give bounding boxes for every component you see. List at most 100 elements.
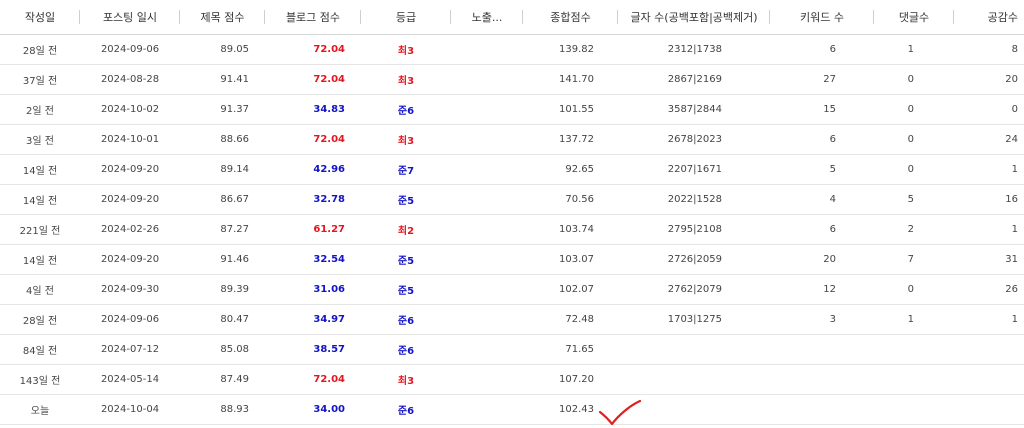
cell-comments: 5 [874,184,954,215]
cell-total-score: 71.65 [523,334,618,365]
cell-keywords: 6 [770,34,874,65]
column-header-posted[interactable]: 포스팅 일시 [80,0,180,35]
table-body: 28일 전 2024-09-06 89.05 72.04 최3 139.82 2312|17… [0,34,1024,425]
cell-title-score: 80.47 [180,304,265,335]
cell-title-score: 89.39 [180,274,265,305]
table-row[interactable]: 오늘 2024-10-04 88.93 34.00 준6 102.43 [0,394,1024,425]
column-header-likes[interactable]: 공감수 [954,0,1024,35]
column-header-exposure[interactable]: 노출... [451,0,523,35]
cell-date: 143일 전 [0,364,80,395]
cell-exposure [451,244,523,275]
column-header-total-score[interactable]: 종합점수 [523,0,618,35]
cell-blog-score: 72.04 [265,34,361,65]
cell-date: 오늘 [0,394,80,425]
cell-likes: 1 [954,214,1024,245]
column-header-char-count[interactable]: 글자 수(공백포함|공백제거) [618,0,770,35]
cell-total-score: 103.74 [523,214,618,245]
column-header-date[interactable]: 작성일 [0,0,80,35]
cell-char-count: 2022|1528 [618,184,770,215]
cell-exposure [451,334,523,365]
cell-char-count: 2726|2059 [618,244,770,275]
cell-char-count: 2867|2169 [618,64,770,95]
cell-char-count: 1703|1275 [618,304,770,335]
cell-total-score: 139.82 [523,34,618,65]
table-row[interactable]: 4일 전 2024-09-30 89.39 31.06 준5 102.07 2762|207… [0,274,1024,305]
table-row[interactable]: 28일 전 2024-09-06 80.47 34.97 준6 72.48 1703|127… [0,304,1024,335]
cell-grade: 준5 [361,274,451,305]
cell-keywords: 12 [770,274,874,305]
cell-exposure [451,64,523,95]
cell-comments: 0 [874,274,954,305]
column-header-keywords[interactable]: 키워드 수 [770,0,874,35]
cell-posted: 2024-08-28 [80,64,180,95]
table-row[interactable]: 28일 전 2024-09-06 89.05 72.04 최3 139.82 2312|17… [0,34,1024,65]
cell-title-score: 87.49 [180,364,265,395]
cell-char-count [618,364,770,395]
cell-total-score: 72.48 [523,304,618,335]
cell-date: 3일 전 [0,124,80,155]
column-header-blog-score[interactable]: 블로그 점수 [265,0,361,35]
cell-blog-score: 72.04 [265,364,361,395]
column-header-comments[interactable]: 댓글수 [874,0,954,35]
cell-comments: 0 [874,124,954,155]
cell-date: 2일 전 [0,94,80,125]
table-row[interactable]: 143일 전 2024-05-14 87.49 72.04 최3 107.20 [0,364,1024,395]
cell-likes [954,334,1024,365]
cell-blog-score: 34.97 [265,304,361,335]
cell-grade: 준6 [361,394,451,425]
cell-posted: 2024-09-20 [80,154,180,185]
cell-posted: 2024-10-01 [80,124,180,155]
cell-comments: 0 [874,154,954,185]
cell-total-score: 102.07 [523,274,618,305]
cell-exposure [451,184,523,215]
cell-grade: 최3 [361,124,451,155]
cell-posted: 2024-05-14 [80,364,180,395]
column-header-grade[interactable]: 등급 [361,0,451,35]
cell-total-score: 101.55 [523,94,618,125]
cell-posted: 2024-07-12 [80,334,180,365]
table-row[interactable]: 37일 전 2024-08-28 91.41 72.04 최3 141.70 2867|21… [0,64,1024,95]
cell-exposure [451,124,523,155]
table-row[interactable]: 84일 전 2024-07-12 85.08 38.57 준6 71.65 [0,334,1024,365]
table-row[interactable]: 14일 전 2024-09-20 89.14 42.96 준7 92.65 2207|167… [0,154,1024,185]
cell-date: 28일 전 [0,34,80,65]
cell-blog-score: 42.96 [265,154,361,185]
cell-title-score: 87.27 [180,214,265,245]
cell-grade: 최3 [361,364,451,395]
cell-likes: 1 [954,154,1024,185]
cell-char-count [618,334,770,365]
cell-exposure [451,34,523,65]
table-row[interactable]: 14일 전 2024-09-20 86.67 32.78 준5 70.56 2022|152… [0,184,1024,215]
cell-posted: 2024-09-06 [80,304,180,335]
cell-title-score: 91.46 [180,244,265,275]
blog-score-table: 작성일 포스팅 일시 제목 점수 블로그 점수 등급 노출... 종합점수 글자… [0,0,1024,425]
cell-date: 4일 전 [0,274,80,305]
cell-comments: 0 [874,94,954,125]
cell-char-count: 2795|2108 [618,214,770,245]
table-row[interactable]: 3일 전 2024-10-01 88.66 72.04 최3 137.72 2678|202… [0,124,1024,155]
column-header-title-score[interactable]: 제목 점수 [180,0,265,35]
cell-char-count: 2762|2079 [618,274,770,305]
cell-grade: 준7 [361,154,451,185]
table-row[interactable]: 2일 전 2024-10-02 91.37 34.83 준6 101.55 3587|284… [0,94,1024,125]
cell-likes: 0 [954,94,1024,125]
cell-keywords: 6 [770,124,874,155]
cell-date: 14일 전 [0,244,80,275]
table-header-row: 작성일 포스팅 일시 제목 점수 블로그 점수 등급 노출... 종합점수 글자… [0,0,1024,35]
cell-comments: 0 [874,64,954,95]
cell-keywords: 20 [770,244,874,275]
cell-exposure [451,364,523,395]
cell-date: 14일 전 [0,184,80,215]
cell-char-count: 3587|2844 [618,94,770,125]
cell-exposure [451,304,523,335]
cell-blog-score: 72.04 [265,124,361,155]
cell-total-score: 92.65 [523,154,618,185]
cell-posted: 2024-10-04 [80,394,180,425]
cell-grade: 최3 [361,34,451,65]
table-row[interactable]: 14일 전 2024-09-20 91.46 32.54 준5 103.07 2726|20… [0,244,1024,275]
cell-posted: 2024-10-02 [80,94,180,125]
cell-keywords [770,394,874,425]
table-row[interactable]: 221일 전 2024-02-26 87.27 61.27 최2 103.74 2795|2… [0,214,1024,245]
cell-grade: 최2 [361,214,451,245]
cell-date: 37일 전 [0,64,80,95]
